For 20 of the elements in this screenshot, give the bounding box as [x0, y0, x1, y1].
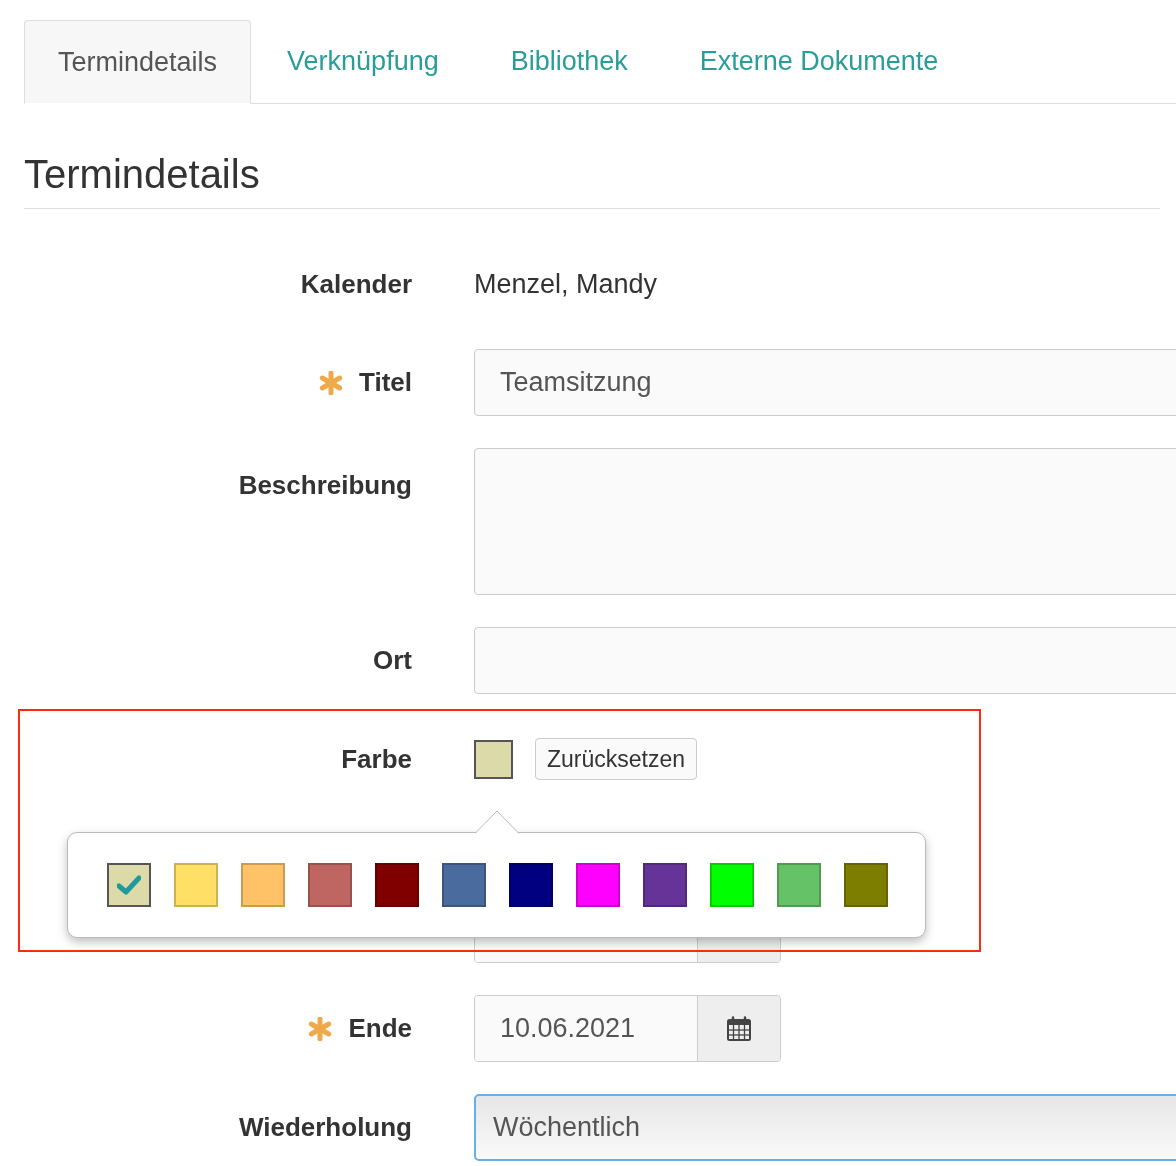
calendar-owner: Menzel, Mandy [474, 267, 658, 301]
field-label: Titel [359, 366, 412, 399]
section-heading: Termindetails [24, 154, 1160, 209]
tab[interactable]: Termindetails [24, 20, 252, 104]
field-label: Farbe [341, 742, 412, 776]
check-icon [117, 875, 141, 895]
text-area[interactable] [474, 448, 1176, 595]
field-label: Ort [373, 644, 412, 677]
color-option[interactable] [107, 863, 151, 907]
input-field[interactable]: Teamsitzung [474, 349, 1176, 416]
reset-button[interactable]: Zurücksetzen [535, 738, 698, 780]
field-label: Wiederholung [238, 1111, 412, 1144]
select-field[interactable]: Wöchentlich [474, 1094, 1176, 1161]
field-label: Kalender [300, 267, 412, 301]
input-field[interactable] [474, 627, 1176, 694]
required-icon [319, 370, 343, 395]
field-label: Ende [348, 1012, 412, 1045]
color-swatch[interactable] [474, 739, 513, 779]
field-label: Beschreibung [238, 469, 412, 502]
required-icon [308, 1016, 333, 1041]
